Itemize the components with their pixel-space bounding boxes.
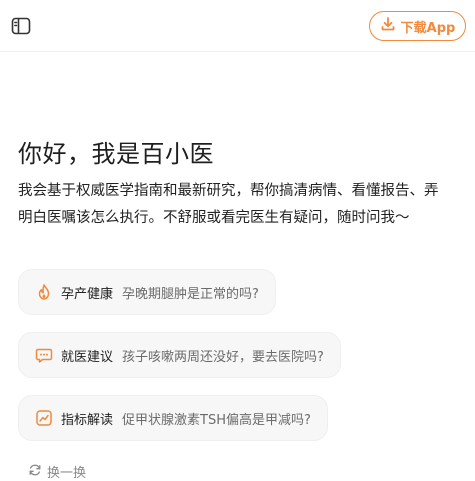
download-app-label: 下载App xyxy=(400,20,456,36)
suggestion-category: 就医建议 xyxy=(61,349,114,365)
suggestion-question: 孩子咳嗽两周还没好，要去医院吗? xyxy=(122,349,324,365)
greeting-title: 你好，我是百小医 xyxy=(18,140,214,168)
top-bar: 下载App xyxy=(0,0,475,52)
sidebar-toggle-icon[interactable] xyxy=(10,15,32,37)
refresh-suggestions-button[interactable]: 换一换 xyxy=(28,462,86,481)
suggestion-card-medical-advice[interactable]: 就医建议 孩子咳嗽两周还没好，要去医院吗? xyxy=(18,332,341,378)
download-app-button[interactable]: 下载App xyxy=(369,11,466,41)
refresh-label: 换一换 xyxy=(47,466,87,481)
refresh-icon xyxy=(28,463,42,481)
suggestion-category: 孕产健康 xyxy=(61,286,114,302)
suggestion-category: 指标解读 xyxy=(61,412,114,428)
flame-icon xyxy=(35,283,53,301)
suggestion-question: 促甲状腺激素TSH偏高是甲减吗? xyxy=(122,412,311,428)
suggestion-question: 孕晚期腿肿是正常的吗? xyxy=(122,286,259,302)
suggestion-card-pregnancy[interactable]: 孕产健康 孕晚期腿肿是正常的吗? xyxy=(18,269,276,315)
chat-bubble-icon xyxy=(35,346,53,364)
trend-chart-icon xyxy=(35,409,53,427)
intro-text: 我会基于权威医学指南和最新研究，帮你搞清病情、看懂报告、弄明白医嘱该怎么执行。不… xyxy=(18,183,439,226)
suggestion-card-indicator[interactable]: 指标解读 促甲状腺激素TSH偏高是甲减吗? xyxy=(18,395,328,441)
download-icon xyxy=(380,16,396,36)
